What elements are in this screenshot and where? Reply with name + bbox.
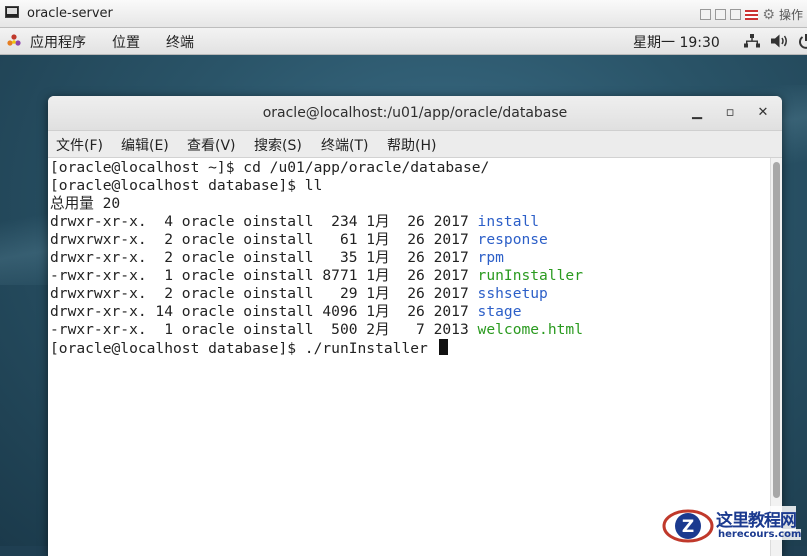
terminal-line: [oracle@localhost database]$ ll	[50, 177, 323, 194]
vm-close-button[interactable]	[730, 9, 742, 20]
listing-dir-name: install	[477, 213, 540, 230]
menu-edit[interactable]: 编辑(E)	[121, 135, 169, 155]
listing-row: drwxr-xr-x. 14 oracle oinstall 4096 1月 2…	[50, 303, 521, 321]
listing-meta: -rwxr-xr-x. 1 oracle oinstall 500 2月 7 2…	[50, 321, 478, 338]
text-cursor	[438, 339, 448, 355]
listing-row: drwxr-xr-x. 2 oracle oinstall 35 1月 26 2…	[50, 249, 504, 267]
watermark-en-text: herecours.com	[718, 529, 802, 540]
terminal-titlebar[interactable]: oracle@localhost:/u01/app/oracle/databas…	[48, 96, 782, 131]
vm-monitor-icon	[5, 6, 19, 18]
listing-dir-name: response	[477, 231, 548, 248]
vm-window-bar: oracle-server ⚙ 操作	[0, 0, 807, 28]
listing-row: drwxr-xr-x. 4 oracle oinstall 234 1月 26 …	[50, 213, 539, 231]
listing-exec-name: welcome.html	[477, 321, 583, 338]
applications-icon	[7, 34, 21, 46]
listing-meta: drwxr-xr-x. 4 oracle oinstall 234 1月 26 …	[50, 213, 478, 230]
listing-dir-name: stage	[477, 303, 522, 320]
watermark-cn-text: 这里教程网	[716, 506, 797, 531]
scrollbar-thumb[interactable]	[773, 162, 780, 498]
vm-minimize-button[interactable]	[700, 9, 712, 20]
terminal-window: oracle@localhost:/u01/app/oracle/databas…	[48, 96, 782, 556]
terminal-scrollbar[interactable]	[770, 158, 782, 556]
listing-meta: drwxrwxr-x. 2 oracle oinstall 61 1月 26 2…	[50, 231, 478, 248]
current-command: [oracle@localhost database]$ ./runInstal…	[50, 340, 437, 357]
terminal-menubar: 文件(F) 编辑(E) 查看(V) 搜索(S) 终端(T) 帮助(H)	[48, 131, 782, 158]
vm-actions-menu[interactable]: 操作	[779, 6, 803, 23]
vm-gear-icon[interactable]: ⚙	[762, 7, 775, 23]
vm-flag-icon	[745, 9, 759, 20]
minimize-button[interactable]: ▁	[689, 105, 705, 121]
listing-row: drwxrwxr-x. 2 oracle oinstall 61 1月 26 2…	[50, 231, 548, 249]
menu-file[interactable]: 文件(F)	[56, 135, 103, 155]
menu-view[interactable]: 查看(V)	[187, 135, 236, 155]
close-button[interactable]: ✕	[755, 105, 771, 121]
terminal-output[interactable]: [oracle@localhost ~]$ cd /u01/app/oracle…	[48, 158, 770, 556]
menu-search[interactable]: 搜索(S)	[254, 135, 302, 155]
power-icon[interactable]	[798, 33, 807, 49]
listing-meta: drwxrwxr-x. 2 oracle oinstall 29 1月 26 2…	[50, 285, 478, 302]
panel-clock[interactable]: 星期一 19:30	[633, 32, 720, 52]
svg-text:Z: Z	[682, 517, 694, 537]
terminal-line: 总用量 20	[50, 195, 121, 212]
listing-exec-name: runInstaller	[477, 267, 583, 284]
terminal-title: oracle@localhost:/u01/app/oracle/databas…	[262, 105, 568, 121]
menu-help[interactable]: 帮助(H)	[387, 135, 436, 155]
menu-applications[interactable]: 应用程序	[30, 32, 86, 52]
listing-row: drwxrwxr-x. 2 oracle oinstall 29 1月 26 2…	[50, 285, 548, 303]
listing-dir-name: sshsetup	[477, 285, 548, 302]
vm-controls: ⚙ 操作	[700, 6, 803, 23]
listing-row: -rwxr-xr-x. 1 oracle oinstall 8771 1月 26…	[50, 267, 583, 285]
listing-row: -rwxr-xr-x. 1 oracle oinstall 500 2月 7 2…	[50, 321, 583, 339]
site-watermark: Z 这里教程网 herecours.com	[660, 500, 807, 546]
terminal-line: [oracle@localhost ~]$ cd /u01/app/oracle…	[50, 159, 490, 176]
listing-meta: drwxr-xr-x. 14 oracle oinstall 4096 1月 2…	[50, 303, 478, 320]
watermark-logo-icon: Z	[662, 509, 714, 543]
vm-restore-button[interactable]	[715, 9, 727, 20]
listing-meta: -rwxr-xr-x. 1 oracle oinstall 8771 1月 26…	[50, 267, 478, 284]
listing-meta: drwxr-xr-x. 2 oracle oinstall 35 1月 26 2…	[50, 249, 478, 266]
command-line: [oracle@localhost database]$ ./runInstal…	[50, 339, 448, 357]
gnome-top-panel: 应用程序 位置 终端 星期一 19:30	[0, 28, 807, 55]
volume-icon[interactable]	[771, 34, 789, 48]
listing-dir-name: rpm	[477, 249, 504, 266]
network-icon[interactable]	[744, 34, 760, 48]
menu-places[interactable]: 位置	[112, 32, 140, 52]
menu-terminal-tab[interactable]: 终端(T)	[321, 135, 368, 155]
maximize-button[interactable]: ▫	[722, 105, 738, 121]
menu-terminal[interactable]: 终端	[166, 32, 194, 52]
vm-window-title: oracle-server	[27, 6, 113, 21]
